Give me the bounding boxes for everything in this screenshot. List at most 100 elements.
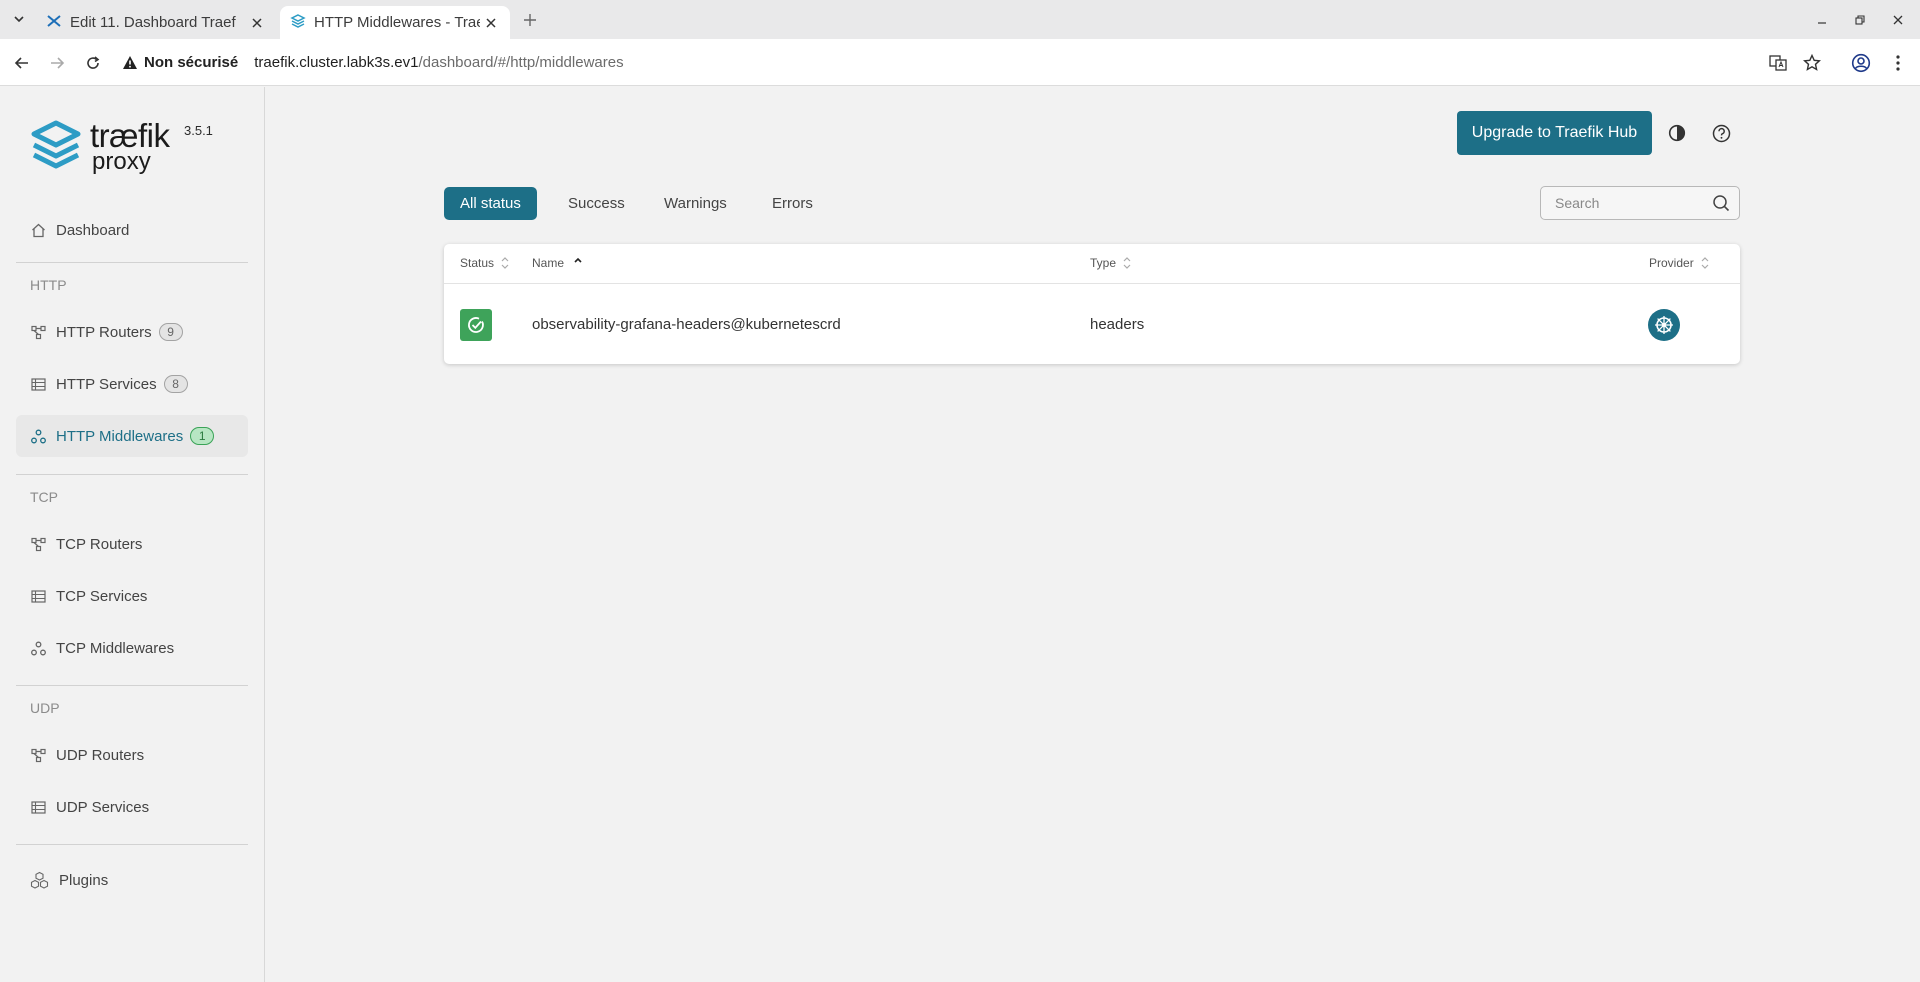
browser-tabstrip: Edit 11. Dashboard Traef HTTP Middleware… (0, 0, 1920, 39)
home-icon (30, 222, 46, 238)
new-tab-plus-icon[interactable] (518, 8, 542, 32)
profile-avatar-icon[interactable] (1849, 51, 1873, 75)
section-udp: UDP (30, 700, 60, 716)
browser-tab-edit-dashboard[interactable]: Edit 11. Dashboard Traef (36, 6, 276, 39)
column-label: Status (460, 256, 495, 270)
tab-search-chevron-icon[interactable] (8, 8, 30, 30)
browser-toolbar: Non sécurisé traefik.cluster.labk3s.ev1/… (0, 39, 1920, 86)
table-header: Status Name Type Provider (444, 244, 1740, 284)
filter-success[interactable]: Success (552, 187, 641, 220)
section-http: HTTP (30, 277, 67, 293)
sidebar-item-tcp-routers[interactable]: TCP Routers (16, 523, 248, 565)
back-arrow-icon[interactable] (10, 51, 34, 75)
restore-window-icon[interactable] (1850, 10, 1870, 30)
traefik-logo[interactable]: træfik proxy 3.5.1 (30, 119, 230, 177)
column-status[interactable]: Status (460, 256, 510, 270)
address-bar[interactable]: Non sécurisé traefik.cluster.labk3s.ev1/… (122, 45, 1842, 79)
sidebar-item-label: TCP Middlewares (56, 639, 175, 657)
search-input[interactable] (1555, 195, 1705, 211)
close-tab-icon[interactable] (248, 14, 266, 32)
router-icon (30, 747, 46, 763)
column-label: Name (532, 256, 565, 270)
router-icon (30, 536, 46, 552)
sidebar-item-label: HTTP Services (56, 375, 157, 393)
jira-icon (46, 13, 62, 33)
services-list-icon (30, 588, 46, 604)
traefik-logo-icon (31, 120, 81, 169)
divider (16, 474, 248, 475)
browser-menu-icon[interactable] (1886, 51, 1910, 75)
theme-toggle-icon[interactable] (1665, 121, 1689, 145)
browser-tab-http-middlewares[interactable]: HTTP Middlewares - Trae (280, 6, 510, 39)
upgrade-to-hub-button[interactable]: Upgrade to Traefik Hub (1457, 111, 1652, 155)
services-list-icon (30, 376, 46, 392)
sort-icon (1122, 256, 1132, 270)
section-tcp: TCP (30, 489, 58, 505)
sidebar-item-label: Dashboard (56, 221, 130, 239)
reload-icon[interactable] (81, 51, 105, 75)
middleware-name: observability-grafana-headers@kubernetes… (532, 316, 841, 333)
sidebar-item-label: Plugins (59, 871, 109, 889)
divider (16, 844, 248, 845)
plugins-cubes-icon (30, 871, 49, 890)
browser-tab-title: HTTP Middlewares - Trae (314, 14, 480, 31)
not-secure-label: Non sécurisé (144, 53, 239, 71)
router-icon (30, 324, 46, 340)
sort-ascending-icon (573, 256, 583, 270)
middleware-icon (30, 640, 46, 656)
sidebar-item-label: TCP Routers (56, 535, 143, 553)
sidebar-item-plugins[interactable]: Plugins (16, 859, 248, 901)
version-label: 3.5.1 (184, 123, 213, 138)
services-list-icon (30, 799, 46, 815)
sidebar-item-udp-routers[interactable]: UDP Routers (16, 734, 248, 776)
sidebar-item-tcp-services[interactable]: TCP Services (16, 575, 248, 617)
success-status-icon (460, 309, 492, 341)
sidebar-item-label: UDP Services (56, 798, 150, 816)
divider (16, 685, 248, 686)
sidebar-item-label: TCP Services (56, 587, 148, 605)
search-box (1540, 186, 1740, 220)
filter-all-status[interactable]: All status (444, 187, 537, 220)
column-name[interactable]: Name (532, 256, 583, 270)
close-window-icon[interactable] (1888, 10, 1908, 30)
column-type[interactable]: Type (1090, 256, 1132, 270)
url-path: /dashboard/#/http/middlewares (418, 53, 624, 71)
filter-warnings[interactable]: Warnings (648, 187, 743, 220)
kubernetes-icon (1648, 309, 1680, 341)
count-badge: 8 (163, 375, 188, 393)
sidebar-item-dashboard[interactable]: Dashboard (16, 209, 248, 251)
not-secure-indicator[interactable]: Non sécurisé (122, 54, 238, 71)
sidebar: træfik proxy 3.5.1 Dashboard HTTP HTTP R… (0, 87, 265, 982)
column-label: Type (1090, 256, 1117, 270)
traefik-icon (290, 13, 306, 33)
sidebar-item-http-middlewares[interactable]: HTTP Middlewares 1 (16, 415, 248, 457)
middlewares-table: Status Name Type Provider observability-… (444, 244, 1740, 364)
column-provider[interactable]: Provider (1649, 256, 1710, 270)
minimize-window-icon[interactable] (1812, 10, 1832, 30)
bookmark-star-icon[interactable] (1800, 51, 1824, 75)
warning-triangle-icon (123, 55, 137, 69)
help-question-icon[interactable] (1709, 121, 1733, 145)
sort-icon (1700, 256, 1710, 270)
middleware-type: headers (1090, 316, 1145, 333)
sidebar-item-http-routers[interactable]: HTTP Routers 9 (16, 311, 248, 353)
divider (16, 262, 248, 263)
logo-subtitle: proxy (92, 148, 151, 175)
close-tab-icon[interactable] (482, 14, 500, 32)
sidebar-item-tcp-middlewares[interactable]: TCP Middlewares (16, 627, 248, 669)
url-host: traefik.cluster.labk3s.ev1 (254, 53, 419, 71)
search-icon[interactable] (1712, 194, 1730, 215)
middleware-icon (30, 428, 46, 444)
column-label: Provider (1649, 256, 1694, 270)
count-badge: 1 (190, 427, 215, 445)
count-badge: 9 (158, 323, 183, 341)
table-row[interactable]: observability-grafana-headers@kubernetes… (444, 285, 1740, 363)
sidebar-item-http-services[interactable]: HTTP Services 8 (16, 363, 248, 405)
sort-icon (500, 256, 510, 270)
filter-errors[interactable]: Errors (756, 187, 829, 220)
sidebar-item-label: HTTP Routers (56, 323, 152, 341)
sidebar-item-udp-services[interactable]: UDP Services (16, 786, 248, 828)
translate-icon[interactable] (1766, 51, 1790, 75)
browser-tab-title: Edit 11. Dashboard Traef (70, 14, 236, 31)
forward-arrow-icon[interactable] (45, 51, 69, 75)
